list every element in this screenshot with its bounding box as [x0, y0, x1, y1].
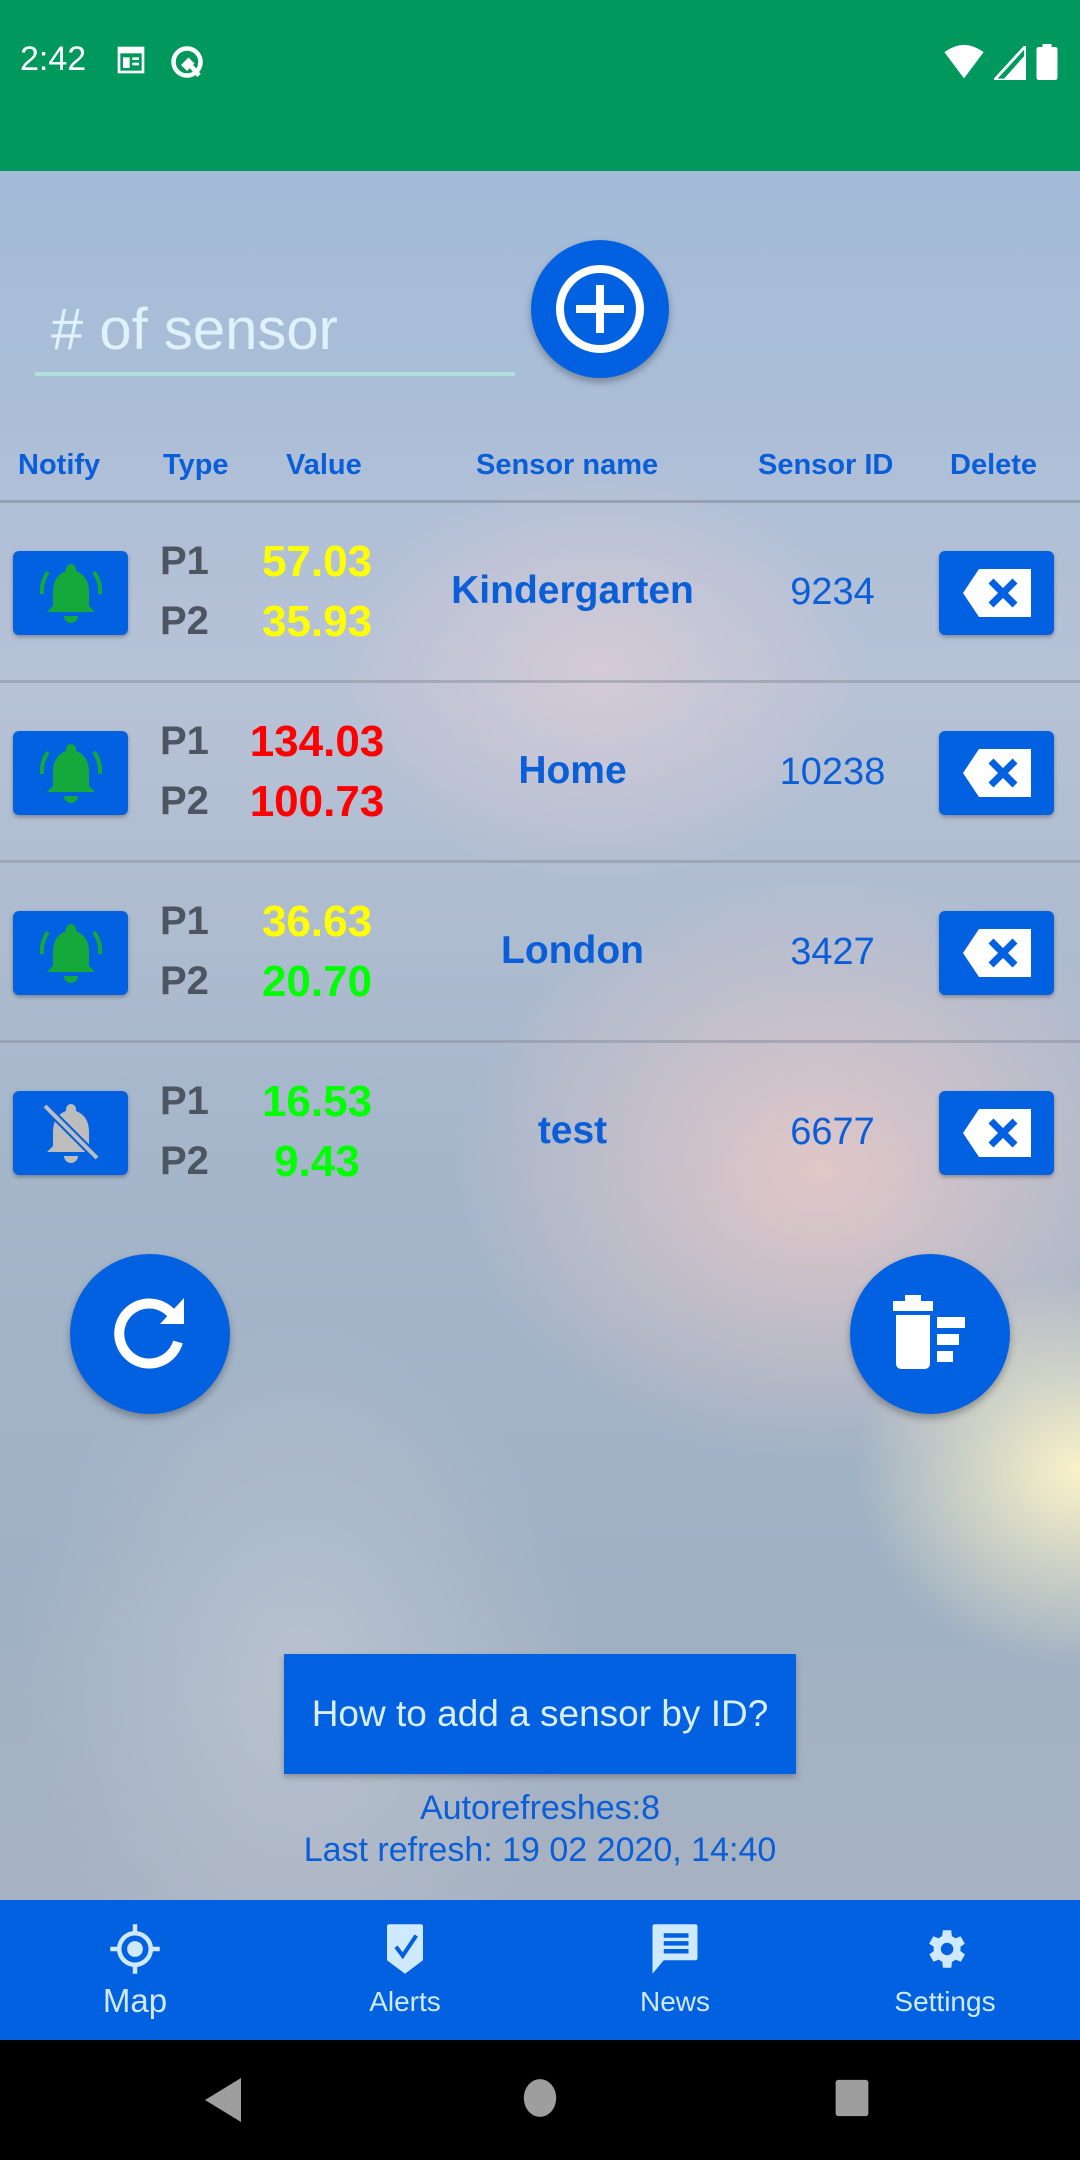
- backspace-delete-icon: [962, 1109, 1031, 1157]
- p2-value: 35.93: [261, 597, 373, 646]
- p2-label: P2: [160, 1139, 209, 1183]
- sensor-row: P1 P2 57.03 35.93 Kindergarten 9234: [0, 503, 1080, 683]
- how-to-add-sensor-button[interactable]: How to add a sensor by ID?: [284, 1654, 796, 1774]
- sensor-name: London: [501, 929, 644, 972]
- table-header: Notify Type Value Sensor name Sensor ID …: [0, 449, 1080, 503]
- add-sensor-button[interactable]: [531, 240, 669, 378]
- p1-label: P1: [160, 899, 209, 943]
- p1-value: 36.63: [261, 897, 373, 946]
- nav-label-map: Map: [102, 1982, 168, 2019]
- sensor-id: 10238: [779, 751, 886, 793]
- nav-item-map[interactable]: Map: [0, 1900, 270, 2040]
- nav-label-alerts: Alerts: [369, 1986, 441, 2017]
- system-navigation-bar: [0, 2040, 1080, 2160]
- delete-all-button[interactable]: [850, 1254, 1010, 1414]
- wifi-icon: [944, 44, 984, 79]
- android-q-icon: [171, 46, 203, 78]
- p2-value: 9.43: [274, 1137, 360, 1186]
- back-icon[interactable]: [205, 2078, 245, 2122]
- gps-target-icon: [110, 1924, 160, 1974]
- notify-toggle-button[interactable]: [13, 731, 128, 815]
- p1-label: P1: [160, 1079, 209, 1123]
- sensor-id: 3427: [790, 931, 875, 973]
- p1-value: 16.53: [261, 1077, 373, 1126]
- nav-item-news[interactable]: News: [540, 1900, 810, 2040]
- delete-sensor-button[interactable]: [939, 731, 1054, 815]
- header-type: Type: [163, 449, 229, 481]
- recents-icon[interactable]: [833, 2078, 871, 2118]
- gear-icon: [929, 1930, 965, 1968]
- nav-item-settings[interactable]: Settings: [810, 1900, 1080, 2040]
- home-icon[interactable]: [522, 2078, 558, 2118]
- add-circle-icon: [556, 265, 644, 353]
- delete-sweep-icon: [893, 1295, 965, 1369]
- sensor-id-input[interactable]: [35, 286, 515, 376]
- notify-toggle-button[interactable]: [13, 1091, 128, 1175]
- delete-sensor-button[interactable]: [939, 551, 1054, 635]
- p2-label: P2: [160, 599, 209, 643]
- header-notify: Notify: [18, 449, 101, 481]
- delete-sensor-button[interactable]: [939, 911, 1054, 995]
- main-content: Notify Type Value Sensor name Sensor ID …: [0, 171, 1080, 1900]
- sensor-row: P1 P2 36.63 20.70 London 3427: [0, 863, 1080, 1043]
- p2-value: 100.73: [249, 777, 385, 826]
- alert-check-icon: [387, 1924, 423, 1974]
- sensor-row: P1 P2 16.53 9.43 test 6677: [0, 1043, 1080, 1223]
- header-sensor-id: Sensor ID: [758, 449, 894, 481]
- sensor-row: P1 P2 134.03 100.73 Home 10238: [0, 683, 1080, 863]
- header-sensor-name: Sensor name: [476, 449, 659, 481]
- battery-icon: [1036, 44, 1058, 80]
- bottom-navigation: Map Alerts News Settings: [0, 1900, 1080, 2040]
- chat-message-icon: [652, 1924, 698, 1974]
- nav-item-alerts[interactable]: Alerts: [270, 1900, 540, 2040]
- cellular-signal-icon: [994, 46, 1026, 80]
- sensor-id: 6677: [790, 1111, 875, 1153]
- p1-value: 134.03: [249, 717, 385, 766]
- status-bar: 2:42: [0, 0, 1080, 171]
- sensor-name: Home: [518, 749, 627, 792]
- delete-sensor-button[interactable]: [939, 1091, 1054, 1175]
- backspace-delete-icon: [962, 569, 1031, 617]
- bell-ringing-icon: [39, 744, 102, 803]
- refresh-icon: [114, 1298, 184, 1369]
- p1-label: P1: [160, 719, 209, 763]
- header-delete: Delete: [950, 449, 1038, 481]
- backspace-delete-icon: [962, 749, 1031, 797]
- refresh-button[interactable]: [70, 1254, 230, 1414]
- sensor-id: 9234: [790, 571, 875, 613]
- nav-label-news: News: [639, 1986, 710, 2017]
- bell-ringing-icon: [39, 564, 102, 623]
- header-value: Value: [286, 449, 362, 481]
- notify-toggle-button[interactable]: [13, 551, 128, 635]
- p1-label: P1: [160, 539, 209, 583]
- last-refresh-time: Last refresh: 19 02 2020, 14:40: [303, 1831, 777, 1869]
- news-notification-icon: [117, 46, 145, 74]
- sensor-name: Kindergarten: [451, 569, 694, 612]
- bell-off-icon: [41, 1103, 100, 1163]
- autorefresh-count: Autorefreshes:8: [419, 1789, 661, 1827]
- p2-label: P2: [160, 779, 209, 823]
- nav-label-settings: Settings: [894, 1986, 996, 2017]
- backspace-delete-icon: [962, 929, 1031, 977]
- sensor-name: test: [537, 1109, 608, 1152]
- status-time: 2:42: [20, 40, 87, 78]
- p2-label: P2: [160, 959, 209, 1003]
- bell-ringing-icon: [39, 924, 102, 983]
- notify-toggle-button[interactable]: [13, 911, 128, 995]
- p2-value: 20.70: [261, 957, 373, 1006]
- p1-value: 57.03: [261, 537, 373, 586]
